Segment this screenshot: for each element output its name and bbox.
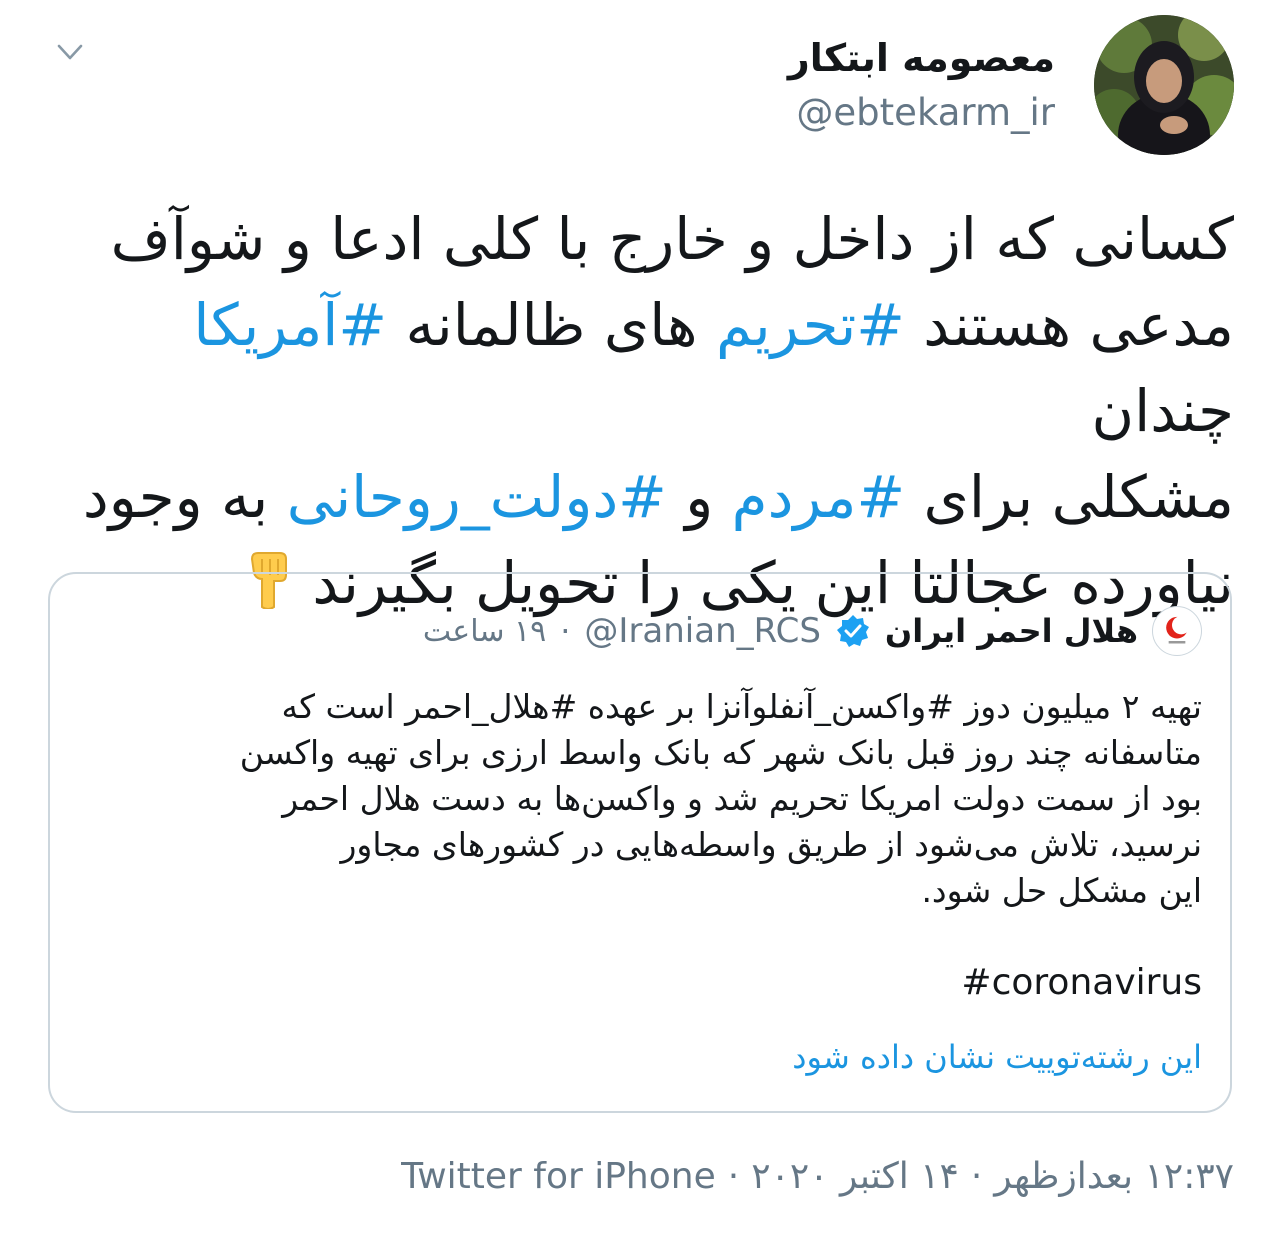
quoted-body-line: متاسفانه چند روز قبل بانک شهر که بانک وا… xyxy=(239,733,1202,772)
quoted-author-handle[interactable]: @Iranian_RCS xyxy=(584,611,820,651)
quoted-tweet-header: هلال احمر ایران @Iranian_RCS · ۱۹ ساعت xyxy=(423,606,1202,656)
verified-badge-icon xyxy=(836,615,869,647)
tweet-text: کسانی که از داخل و خارج با کلی ادعا و شو… xyxy=(54,196,1234,626)
tweet-line: کسانی که از داخل و خارج با کلی ادعا و شو… xyxy=(54,196,1234,282)
quoted-body-line: این مشکل حل شود. xyxy=(921,871,1202,910)
hashtag-link[interactable]: #دولت_روحانی xyxy=(287,463,667,531)
hashtag-link[interactable]: #مردم xyxy=(732,463,905,531)
tweet-text-segment: های ظالمانه xyxy=(387,291,716,359)
author-info[interactable]: معصومه ابتکار @ebtekarm_ir xyxy=(788,34,1055,138)
hashtag-link[interactable]: #آمریکا xyxy=(193,291,387,359)
tweet-source[interactable]: Twitter for iPhone xyxy=(401,1156,716,1197)
tweet-date[interactable]: ۱۴ اکتبر ۲۰۲۰ xyxy=(751,1156,959,1197)
quoted-body-line: بود از سمت دولت امریکا تحریم شد و واکسن‌… xyxy=(282,779,1202,818)
tweet-line: مدعی هستند #تحریم های ظالمانه #آمریکا چن… xyxy=(54,282,1234,454)
quoted-body-line: تهیه ۲ میلیون دوز #واکسن_آنفلوآنزا بر عه… xyxy=(281,687,1202,726)
chevron-down-icon[interactable] xyxy=(48,30,92,74)
coronavirus-hashtag[interactable]: #coronavirus xyxy=(961,962,1202,1003)
tweet-text-segment: و xyxy=(666,463,732,531)
quoted-body-line: نرسید، تلاش می‌شود از طریق واسطه‌هایی در… xyxy=(340,825,1202,864)
tweet-text-segment: چندان xyxy=(1091,377,1234,445)
quoted-author-name[interactable]: هلال احمر ایران xyxy=(885,612,1138,650)
separator-dot: · xyxy=(560,612,571,650)
tweet-text-segment: مشکلی برای xyxy=(905,463,1235,531)
red-crescent-logo-icon xyxy=(1166,616,1191,644)
quoted-timestamp[interactable]: ۱۹ ساعت xyxy=(423,614,546,649)
author-name[interactable]: معصومه ابتکار xyxy=(788,34,1055,82)
quoted-avatar[interactable] xyxy=(1152,606,1202,656)
quoted-tweet-body: تهیه ۲ میلیون دوز #واکسن_آنفلوآنزا بر عه… xyxy=(82,684,1202,914)
tweet-footer: ۱۲:۳۷ بعدازظهر · ۱۴ اکتبر ۲۰۲۰ · Twitter… xyxy=(401,1156,1234,1197)
tweet-time[interactable]: ۱۲:۳۷ بعدازظهر xyxy=(994,1156,1234,1197)
author-handle[interactable]: @ebtekarm_ir xyxy=(788,88,1055,138)
quoted-tweet-card[interactable]: هلال احمر ایران @Iranian_RCS · ۱۹ ساعت ت… xyxy=(48,572,1232,1113)
avatar[interactable] xyxy=(1094,15,1234,155)
tweet-text-segment: به وجود xyxy=(82,463,287,531)
hashtag-link[interactable]: #تحریم xyxy=(716,291,905,359)
tweet-line: مشکلی برای #مردم و #دولت_روحانی به وجود xyxy=(54,454,1234,540)
separator-dot: · xyxy=(970,1156,983,1197)
show-thread-link[interactable]: این رشته‌توییت نشان داده شود xyxy=(792,1038,1202,1076)
tweet-text-segment: کسانی که از داخل و خارج با کلی ادعا و شو… xyxy=(110,205,1234,273)
tweet-text-segment: مدعی هستند xyxy=(904,291,1234,359)
separator-dot: · xyxy=(727,1156,740,1197)
